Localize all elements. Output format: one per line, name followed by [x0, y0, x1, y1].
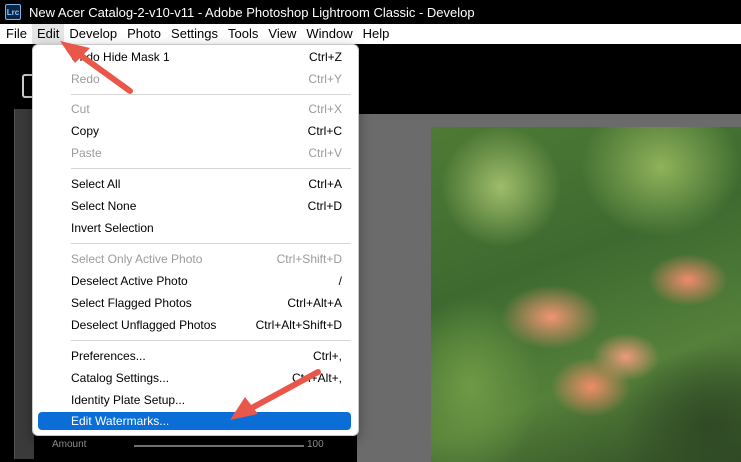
amount-slider-row: Amount 100 — [34, 437, 354, 455]
menu-item-shortcut: Ctrl+Alt+, — [291, 371, 342, 385]
menu-item-select-none[interactable]: Select None Ctrl+D — [38, 196, 351, 218]
menu-item-label: Identity Plate Setup... — [71, 393, 186, 407]
menu-item-label: Redo — [71, 72, 100, 86]
menu-item-select-only-active-photo[interactable]: Select Only Active Photo Ctrl+Shift+D — [38, 249, 351, 271]
menu-item-catalog-settings[interactable]: Catalog Settings... Ctrl+Alt+, — [38, 368, 351, 390]
menu-item-label: Select Only Active Photo — [71, 252, 203, 266]
menu-item-shortcut: / — [338, 274, 342, 288]
amount-slider[interactable] — [134, 445, 304, 447]
amount-value: 100 — [307, 439, 324, 450]
menu-item-label: Select Flagged Photos — [71, 296, 192, 310]
menu-item-shortcut: Ctrl+, — [312, 349, 342, 363]
menu-item-select-flagged-photos[interactable]: Select Flagged Photos Ctrl+Alt+A — [38, 293, 351, 315]
edit-menu-dropdown: Undo Hide Mask 1 Ctrl+Z Redo Ctrl+Y Cut … — [32, 44, 359, 436]
lightroom-app-icon: Lrc — [5, 4, 21, 20]
menu-item-label: Select All — [71, 177, 121, 191]
menu-item-shortcut: Ctrl+Y — [308, 72, 342, 86]
menu-item-shortcut: Ctrl+Shift+D — [276, 252, 342, 266]
menu-item-invert-selection[interactable]: Invert Selection — [38, 218, 351, 240]
menu-item-deselect-unflagged-photos[interactable]: Deselect Unflagged Photos Ctrl+Alt+Shift… — [38, 315, 351, 337]
menu-item-preferences[interactable]: Preferences... Ctrl+, — [38, 346, 351, 368]
menu-item-label: Undo Hide Mask 1 — [71, 50, 170, 64]
menu-separator — [71, 243, 351, 244]
menu-item-shortcut: Ctrl+X — [308, 102, 342, 116]
menu-item-shortcut: Ctrl+V — [308, 146, 342, 160]
menu-item-edit-watermarks[interactable]: Edit Watermarks... — [38, 412, 351, 430]
menu-edit[interactable]: Edit — [31, 24, 65, 44]
menu-settings[interactable]: Settings — [166, 24, 223, 44]
menu-item-shortcut: Ctrl+D — [307, 199, 342, 213]
menu-separator — [71, 94, 351, 95]
menu-bar: File Edit Develop Photo Settings Tools V… — [0, 24, 741, 44]
menu-item-paste[interactable]: Paste Ctrl+V — [38, 143, 351, 165]
menu-separator — [71, 168, 351, 169]
menu-window[interactable]: Window — [301, 24, 357, 44]
menu-item-copy[interactable]: Copy Ctrl+C — [38, 121, 351, 143]
menu-photo[interactable]: Photo — [122, 24, 166, 44]
menu-item-label: Cut — [71, 102, 90, 116]
menu-help[interactable]: Help — [358, 24, 395, 44]
menu-item-cut[interactable]: Cut Ctrl+X — [38, 99, 351, 121]
menu-item-shortcut: Ctrl+C — [307, 124, 342, 138]
menu-item-label: Paste — [71, 146, 102, 160]
left-panel — [14, 109, 34, 459]
menu-develop[interactable]: Develop — [64, 24, 122, 44]
menu-item-label: Preferences... — [71, 349, 146, 363]
menu-item-label: Select None — [71, 199, 137, 213]
amount-label: Amount — [52, 439, 87, 450]
photo-preview[interactable] — [431, 127, 741, 462]
menu-file[interactable]: File — [1, 24, 32, 44]
menu-item-label: Edit Watermarks... — [71, 414, 170, 428]
menu-separator — [71, 340, 351, 341]
menu-item-identity-plate-setup[interactable]: Identity Plate Setup... — [38, 390, 351, 412]
menu-view[interactable]: View — [263, 24, 301, 44]
menu-item-label: Deselect Active Photo — [71, 274, 188, 288]
menu-item-deselect-active-photo[interactable]: Deselect Active Photo / — [38, 271, 351, 293]
menu-item-undo[interactable]: Undo Hide Mask 1 Ctrl+Z — [38, 47, 351, 69]
menu-item-label: Catalog Settings... — [71, 371, 170, 385]
title-bar: Lrc New Acer Catalog-2-v10-v11 - Adobe P… — [0, 0, 741, 24]
menu-item-label: Deselect Unflagged Photos — [71, 318, 217, 332]
menu-item-label: Copy — [71, 124, 100, 138]
menu-item-select-all[interactable]: Select All Ctrl+A — [38, 174, 351, 196]
menu-item-shortcut: Ctrl+Z — [309, 50, 342, 64]
menu-item-shortcut: Ctrl+Alt+A — [287, 296, 342, 310]
menu-item-shortcut: Ctrl+A — [308, 177, 342, 191]
window-title: New Acer Catalog-2-v10-v11 - Adobe Photo… — [29, 4, 475, 20]
menu-tools[interactable]: Tools — [223, 24, 263, 44]
menu-item-redo[interactable]: Redo Ctrl+Y — [38, 69, 351, 91]
menu-item-label: Invert Selection — [71, 221, 154, 235]
menu-item-shortcut: Ctrl+Alt+Shift+D — [255, 318, 342, 332]
